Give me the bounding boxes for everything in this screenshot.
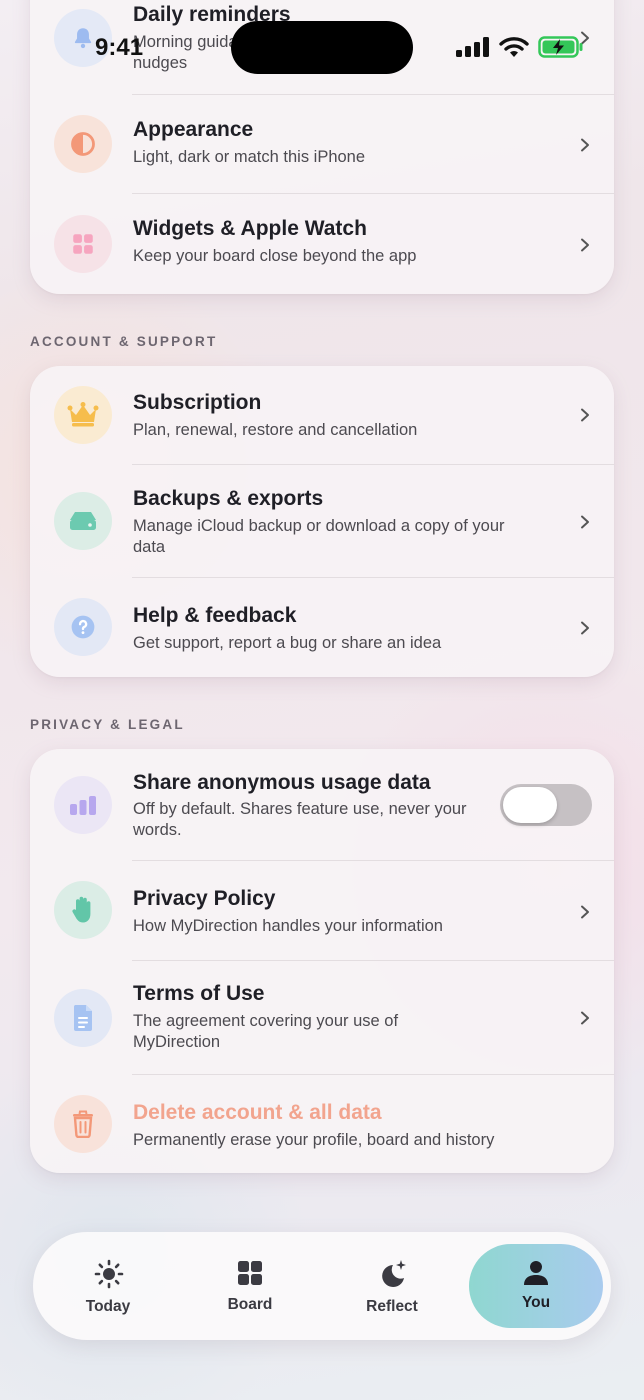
row-subtitle: Off by default. Shares feature use, neve… bbox=[133, 800, 467, 839]
chevron-right-icon bbox=[581, 408, 589, 422]
chevron-right-icon bbox=[581, 905, 589, 919]
moon-sparkle-icon bbox=[382, 1260, 406, 1287]
chevron-right-icon bbox=[581, 1011, 589, 1025]
tab-today[interactable]: Today bbox=[43, 1232, 173, 1340]
row-widgets[interactable]: Widgets & Apple Watch Keep your board cl… bbox=[30, 194, 614, 294]
row-subtitle: Manage iCloud backup or download a copy … bbox=[133, 517, 505, 556]
chevron-right-icon bbox=[581, 138, 589, 152]
toggle-knob bbox=[503, 787, 557, 823]
bar-chart-icon bbox=[54, 776, 112, 834]
question-icon bbox=[54, 598, 112, 656]
row-delete-account[interactable]: Delete account & all data Permanently er… bbox=[30, 1075, 614, 1173]
row-title: Subscription bbox=[133, 391, 262, 414]
chevron-right-icon bbox=[581, 621, 589, 635]
row-terms-of-use[interactable]: Terms of Use The agreement covering your… bbox=[30, 961, 614, 1074]
tab-reflect[interactable]: Reflect bbox=[327, 1232, 457, 1340]
privacy-legal-card: Share anonymous usage data Off by defaul… bbox=[30, 749, 614, 1173]
chevron-right-icon bbox=[581, 238, 589, 252]
wifi-icon bbox=[499, 37, 529, 57]
section-label-privacy: PRIVACY & LEGAL bbox=[30, 717, 185, 732]
row-subtitle: Keep your board close beyond the app bbox=[133, 247, 417, 265]
row-privacy-policy[interactable]: Privacy Policy How MyDirection handles y… bbox=[30, 861, 614, 960]
grid-icon bbox=[238, 1261, 262, 1285]
tab-label: Board bbox=[227, 1296, 273, 1313]
tab-you[interactable]: You bbox=[471, 1232, 601, 1340]
signal-icon bbox=[456, 37, 489, 57]
row-subtitle: Plan, renewal, restore and cancellation bbox=[133, 421, 418, 439]
row-backups[interactable]: Backups & exports Manage iCloud backup o… bbox=[30, 465, 614, 578]
chevron-right-icon bbox=[581, 515, 589, 529]
account-support-card: Subscription Plan, renewal, restore and … bbox=[30, 366, 614, 677]
row-subtitle: Light, dark or match this iPhone bbox=[133, 148, 366, 166]
row-title: Help & feedback bbox=[133, 604, 297, 627]
row-title: Terms of Use bbox=[133, 982, 265, 1005]
row-subtitle: Permanently erase your profile, board an… bbox=[133, 1131, 495, 1149]
tab-label: Today bbox=[85, 1298, 131, 1315]
battery-icon bbox=[538, 36, 583, 58]
tab-label: Reflect bbox=[366, 1298, 418, 1315]
row-subtitle: How MyDirection handles your information bbox=[133, 917, 443, 935]
row-appearance[interactable]: Appearance Light, dark or match this iPh… bbox=[30, 95, 614, 194]
row-title: Share anonymous usage data bbox=[133, 771, 431, 794]
row-title-danger: Delete account & all data bbox=[133, 1101, 382, 1124]
row-help-feedback[interactable]: Help & feedback Get support, report a bu… bbox=[30, 578, 614, 677]
usage-data-toggle[interactable] bbox=[500, 784, 592, 826]
half-circle-icon bbox=[54, 115, 112, 173]
crown-icon bbox=[54, 386, 112, 444]
row-subtitle: The agreement covering your use of MyDir… bbox=[133, 1012, 399, 1051]
row-share-usage-data: Share anonymous usage data Off by defaul… bbox=[30, 749, 614, 860]
sun-icon bbox=[94, 1259, 124, 1289]
trash-icon bbox=[54, 1095, 112, 1153]
tab-bar: Today Board Reflect You bbox=[33, 1232, 611, 1340]
row-title: Backups & exports bbox=[133, 487, 324, 510]
status-bar: 9:41 bbox=[0, 0, 644, 90]
row-title: Widgets & Apple Watch bbox=[133, 217, 367, 240]
document-icon bbox=[54, 989, 112, 1047]
row-subscription[interactable]: Subscription Plan, renewal, restore and … bbox=[30, 366, 614, 464]
row-title: Appearance bbox=[133, 118, 254, 141]
row-title: Privacy Policy bbox=[133, 887, 276, 910]
section-label-account: ACCOUNT & SUPPORT bbox=[30, 334, 218, 349]
status-time: 9:41 bbox=[95, 34, 144, 61]
grid-icon bbox=[54, 215, 112, 273]
dynamic-island bbox=[231, 21, 413, 74]
tab-board[interactable]: Board bbox=[185, 1232, 315, 1340]
hand-icon bbox=[54, 881, 112, 939]
drive-icon bbox=[54, 492, 112, 550]
person-icon bbox=[524, 1261, 548, 1285]
tab-label: You bbox=[521, 1294, 551, 1311]
row-subtitle: Get support, report a bug or share an id… bbox=[133, 634, 442, 652]
